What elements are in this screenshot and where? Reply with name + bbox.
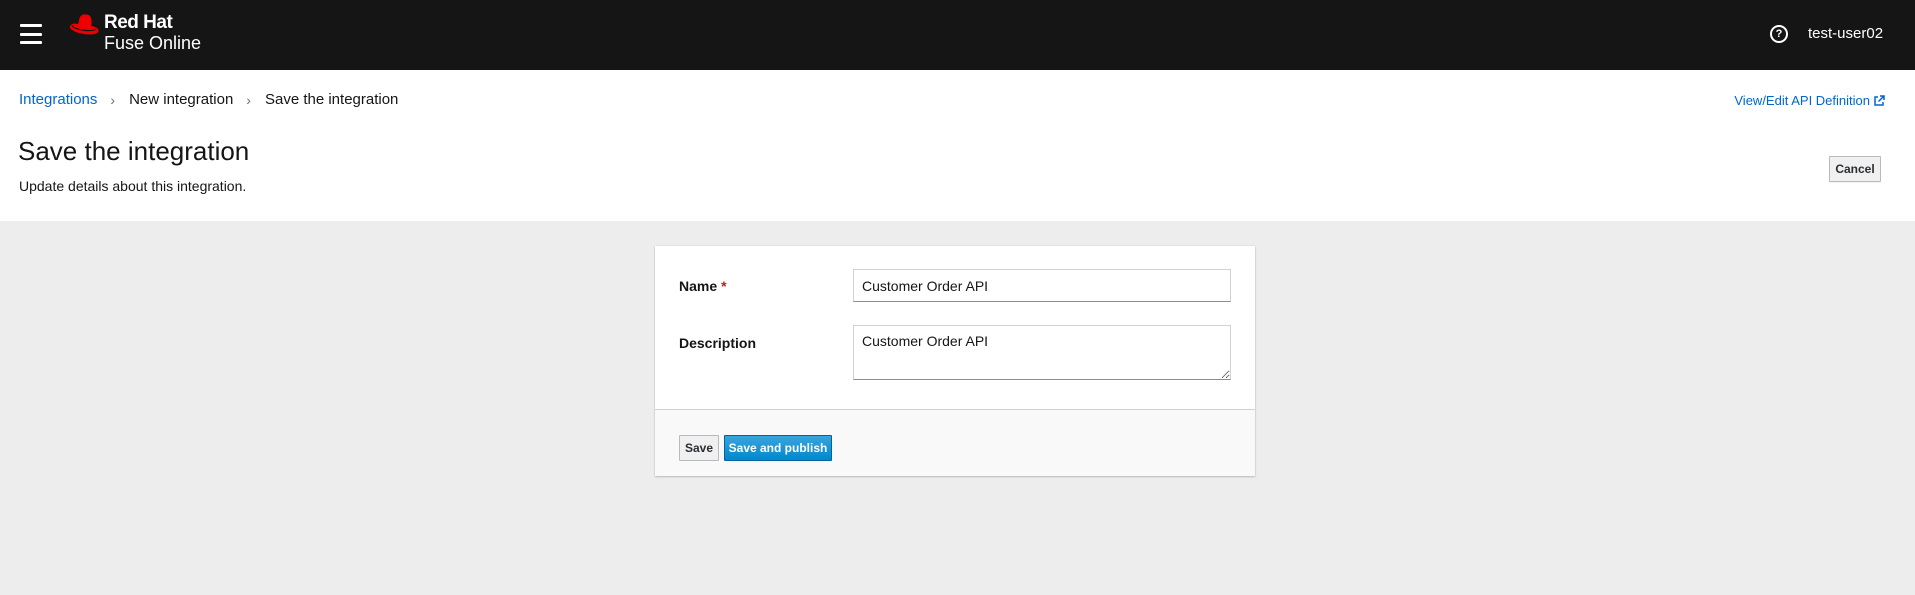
api-link-label: View/Edit API Definition [1734, 93, 1870, 108]
name-label-text: Name [679, 278, 718, 294]
breadcrumb-new-integration: New integration [129, 91, 234, 108]
brand-logo[interactable]: Red Hat Fuse Online [66, 13, 201, 52]
description-textarea[interactable]: Customer Order API [853, 325, 1231, 380]
user-menu[interactable]: test-user02 [1808, 25, 1883, 42]
integration-form-card: Name* Description Customer Order API Sav… [655, 246, 1255, 476]
page-header: Integrations › New integration › Save th… [0, 70, 1915, 221]
breadcrumb: Integrations › New integration › Save th… [19, 91, 398, 108]
page-title: Save the integration [18, 136, 250, 166]
breadcrumb-current: Save the integration [264, 91, 399, 108]
save-and-publish-button[interactable]: Save and publish [724, 435, 832, 461]
masthead: Red Hat Fuse Online ? test-user02 [0, 0, 1915, 70]
form-actions: Save Save and publish [655, 409, 1255, 476]
chevron-right-icon: › [110, 91, 116, 108]
breadcrumb-integrations[interactable]: Integrations [19, 91, 97, 108]
name-label: Name * [679, 278, 727, 294]
hamburger-menu-icon[interactable] [20, 24, 42, 44]
red-hat-logo-icon [69, 14, 99, 35]
brand-name: Red Hat [104, 12, 173, 33]
cancel-button[interactable]: Cancel [1829, 156, 1881, 182]
page-description: Update details about this integration. [19, 178, 247, 194]
product-name: Fuse Online [104, 33, 202, 53]
help-icon[interactable]: ? [1770, 25, 1788, 43]
main-content: Name* Description Customer Order API Sav… [0, 221, 1915, 595]
view-edit-api-definition-link[interactable]: View/Edit API Definition [1734, 93, 1885, 108]
name-input[interactable] [853, 269, 1231, 302]
brand-text: Red Hat Fuse Online [104, 13, 201, 52]
save-button[interactable]: Save [679, 435, 719, 461]
description-label: Description [679, 335, 757, 351]
required-marker: * [721, 278, 727, 294]
chevron-right-icon: › [246, 91, 251, 108]
external-link-icon [1874, 94, 1885, 106]
